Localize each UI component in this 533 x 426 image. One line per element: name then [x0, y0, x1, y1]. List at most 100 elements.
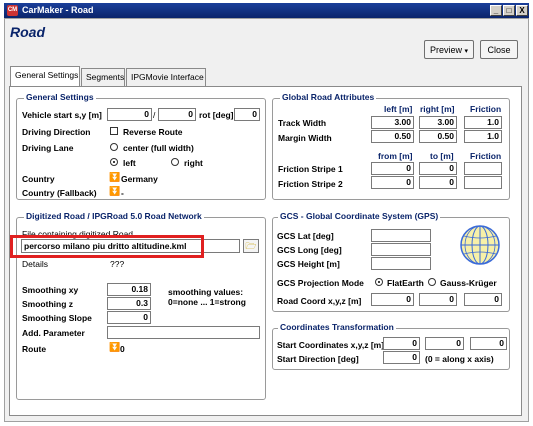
close-window-button[interactable]: X [516, 5, 528, 16]
reverse-route-checkbox[interactable] [110, 127, 118, 135]
globe-icon [460, 225, 500, 265]
road-coord-label: Road Coord x,y,z [m] [277, 296, 362, 306]
start-direction-label: Start Direction [deg] [277, 354, 359, 364]
country-fallback-label: Country (Fallback) [22, 188, 97, 198]
folder-open-icon[interactable]: 🗁 [243, 239, 259, 253]
country-fallback-value: - [121, 188, 124, 198]
download-icon[interactable]: ⏬ [109, 187, 120, 196]
minimize-button[interactable]: _ [490, 5, 502, 16]
start-direction-input[interactable]: 0 [383, 351, 420, 364]
smoothing-xy-label: Smoothing xy [22, 285, 79, 295]
chevron-down-icon: ▾ [464, 48, 469, 55]
smoothing-z-input[interactable]: 0.3 [107, 297, 151, 310]
smoothing-note-range: 0=none ... 1=strong [168, 297, 246, 307]
stripe-1-to-input[interactable]: 0 [419, 162, 457, 175]
margin-width-label: Margin Width [278, 133, 332, 143]
friction-stripe-2-label: Friction Stripe 2 [278, 179, 343, 189]
margin-width-friction-input[interactable]: 1.0 [464, 130, 502, 143]
smoothing-slope-input[interactable]: 0 [107, 311, 151, 324]
start-coord-y-input[interactable]: 0 [425, 337, 464, 350]
window-title: CarMaker - Road [22, 5, 94, 15]
road-coord-y-input[interactable]: 0 [419, 293, 457, 306]
start-coord-x-input[interactable]: 0 [383, 337, 420, 350]
gcs-lat-label: GCS Lat [deg] [277, 231, 334, 241]
lane-center-label: center (full width) [123, 143, 194, 153]
col-right-header: right [m] [420, 104, 455, 114]
driving-direction-label: Driving Direction [22, 127, 91, 137]
stripe-2-to-input[interactable]: 0 [419, 176, 457, 189]
gcs-height-input[interactable] [371, 257, 431, 270]
route-value: 0 [120, 344, 125, 354]
close-button[interactable]: Close [480, 40, 518, 59]
app-logo-icon: CM [7, 5, 18, 16]
stripe-to-header: to [m] [430, 151, 454, 161]
gcs-long-input[interactable] [371, 243, 431, 256]
stripe-1-friction-input[interactable] [464, 162, 502, 175]
smoothing-xy-input[interactable]: 0.18 [107, 283, 151, 296]
tab-segments[interactable]: Segments [81, 68, 125, 86]
highlight-box [10, 235, 204, 258]
window-title-bar[interactable]: CM CarMaker - Road _ □ X [4, 3, 529, 18]
details-value: ??? [110, 259, 125, 269]
vehicle-start-s-input[interactable]: 0 [107, 108, 152, 121]
country-value: Germany [121, 174, 158, 184]
col-friction-header: Friction [470, 104, 502, 114]
page-title: Road [10, 24, 45, 40]
details-label: Details [22, 259, 48, 269]
projection-mode-label: GCS Projection Mode [277, 278, 364, 288]
slash-separator: / [153, 110, 156, 120]
lane-left-radio[interactable] [110, 158, 118, 166]
tab-ipgmovie-interface[interactable]: IPGMovie Interface [126, 68, 206, 86]
start-coord-z-input[interactable]: 0 [470, 337, 507, 350]
gcs-height-label: GCS Height [m] [277, 259, 340, 269]
stripe-from-header: from [m] [378, 151, 413, 161]
stripe-1-from-input[interactable]: 0 [371, 162, 414, 175]
smoothing-slope-label: Smoothing Slope [22, 313, 92, 323]
track-width-right-input[interactable]: 3.00 [419, 116, 457, 129]
stripe-2-from-input[interactable]: 0 [371, 176, 414, 189]
margin-width-right-input[interactable]: 0.50 [419, 130, 457, 143]
download-icon[interactable]: ⏬ [109, 173, 120, 182]
projection-gauss-kruger-label: Gauss-Krüger [440, 278, 497, 288]
add-parameter-label: Add. Parameter [22, 328, 85, 338]
add-parameter-input[interactable] [107, 326, 260, 339]
stripe-2-friction-input[interactable] [464, 176, 502, 189]
vehicle-start-label: Vehicle start s,y [m] [22, 110, 102, 120]
margin-width-left-input[interactable]: 0.50 [371, 130, 414, 143]
projection-flatearth-radio[interactable] [375, 278, 383, 286]
transform-title: Coordinates Transformation [278, 322, 396, 332]
gcs-long-label: GCS Long [deg] [277, 245, 342, 255]
gcs-title: GCS - Global Coordinate System (GPS) [278, 211, 441, 221]
road-coord-x-input[interactable]: 0 [371, 293, 414, 306]
friction-stripe-1-label: Friction Stripe 1 [278, 164, 343, 174]
preview-button[interactable]: Preview ▾ [424, 40, 474, 59]
projection-gauss-kruger-radio[interactable] [428, 278, 436, 286]
road-coord-z-input[interactable]: 0 [464, 293, 502, 306]
download-icon[interactable]: ⏬ [109, 343, 120, 352]
rot-input[interactable]: 0 [234, 108, 260, 121]
route-label: Route [22, 344, 47, 354]
reverse-route-label: Reverse Route [123, 127, 183, 137]
lane-right-label: right [184, 158, 203, 168]
lane-left-label: left [123, 158, 136, 168]
rot-label: rot [deg] [199, 110, 234, 120]
digitized-road-title: Digitized Road / IPGRoad 5.0 Road Networ… [24, 211, 204, 221]
country-label: Country [22, 174, 55, 184]
smoothing-note-title: smoothing values: [168, 287, 244, 297]
stripe-friction-header: Friction [470, 151, 502, 161]
start-direction-note: (0 = along x axis) [425, 354, 494, 364]
track-width-left-input[interactable]: 3.00 [371, 116, 414, 129]
col-left-header: left [m] [384, 104, 413, 114]
gcs-lat-input[interactable] [371, 229, 431, 242]
global-road-title: Global Road Attributes [280, 92, 377, 102]
projection-flatearth-label: FlatEarth [387, 278, 424, 288]
track-width-label: Track Width [278, 118, 327, 128]
start-coords-label: Start Coordinates x,y,z [m] [277, 340, 385, 350]
track-width-friction-input[interactable]: 1.0 [464, 116, 502, 129]
maximize-button[interactable]: □ [503, 5, 515, 16]
smoothing-z-label: Smoothing z [22, 299, 73, 309]
vehicle-start-y-input[interactable]: 0 [158, 108, 196, 121]
lane-center-radio[interactable] [110, 143, 118, 151]
lane-right-radio[interactable] [171, 158, 179, 166]
tab-general-settings[interactable]: General Settings [10, 66, 80, 86]
